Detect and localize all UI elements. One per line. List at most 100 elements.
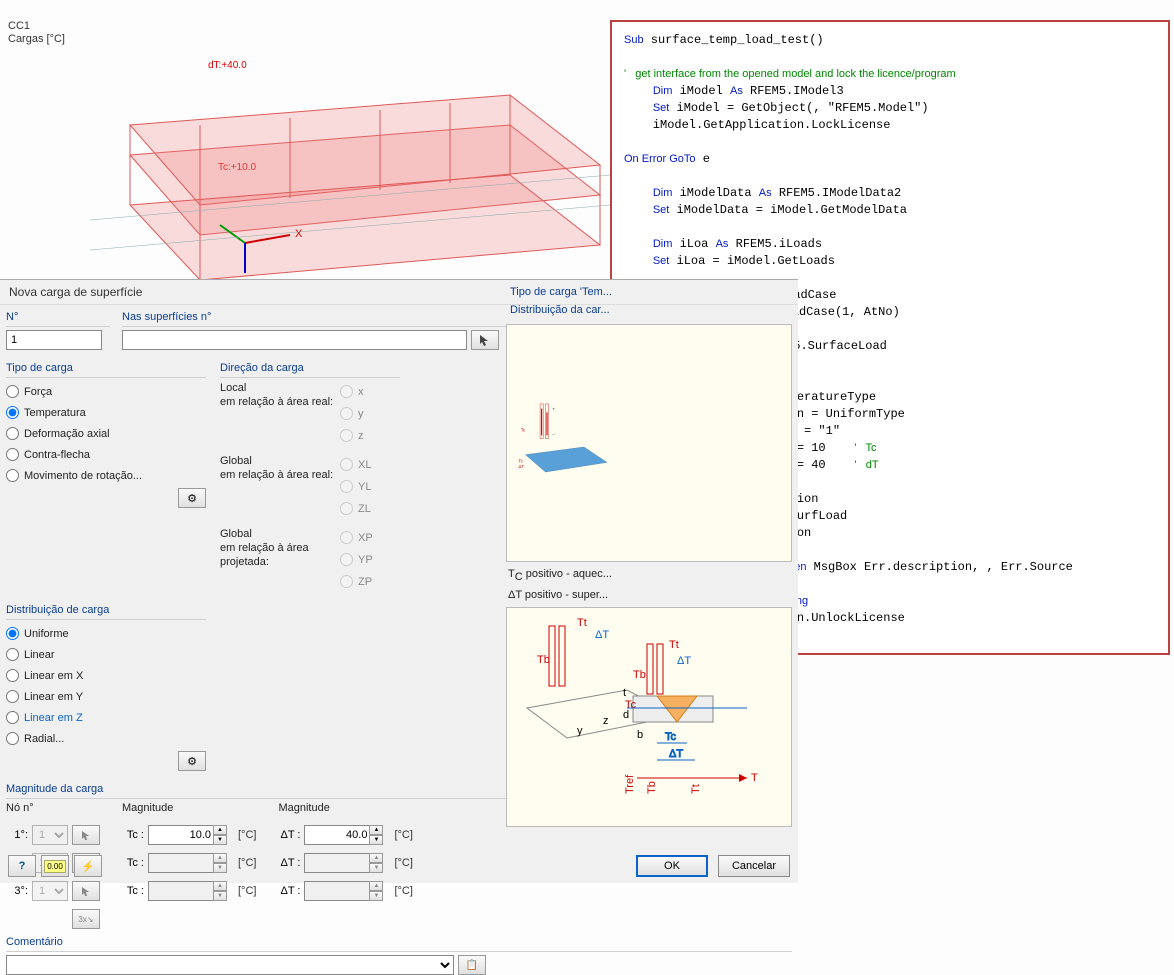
model-3d: X: [90, 55, 610, 285]
gear-icon: ⚙: [187, 492, 197, 505]
dialog-new-surface-load: Nova carga de superfície N° Nas superfíc…: [0, 279, 798, 883]
contra-label: Contra-flecha: [24, 449, 90, 461]
radio-zp: [340, 575, 353, 588]
svg-text:d: d: [623, 709, 629, 721]
svg-text:Tc: Tc: [665, 731, 677, 743]
spin-up-icon[interactable]: ▲: [213, 825, 227, 835]
tc-spin-3: ▲▼: [148, 881, 214, 901]
radio-zl: [340, 502, 353, 515]
viewport-label: CC1 Cargas [°C]: [8, 20, 65, 46]
radio-radial[interactable]: [6, 732, 19, 745]
svg-text:ΔT: ΔT: [595, 629, 609, 641]
svg-text:Tb: Tb: [646, 781, 658, 794]
svg-text:y: y: [577, 725, 583, 737]
radio-temperatura[interactable]: [6, 406, 19, 419]
pointer-icon: [478, 333, 492, 347]
no-input[interactable]: [6, 330, 102, 350]
no-label: N°: [6, 311, 110, 327]
radio-uniforme[interactable]: [6, 627, 19, 640]
preview-distribution: Tb Tt Tb Tt ΔT ΔT z y Tc t b Tc ΔT: [506, 607, 792, 827]
node-sel-3: 1: [32, 881, 68, 901]
viewport-cargas: Cargas [°C]: [8, 33, 65, 46]
svg-text:Tt: Tt: [669, 639, 679, 651]
node-sel-1: 1: [32, 825, 68, 845]
lightning-icon: ⚡: [81, 860, 95, 873]
radio-forca[interactable]: [6, 385, 19, 398]
radio-z: [340, 429, 353, 442]
movrot-label: Movimento de rotação...: [24, 470, 142, 482]
svg-text:−: −: [552, 431, 555, 436]
tipo-label: Tipo de carga: [6, 362, 206, 378]
help-icon: ?: [19, 860, 26, 872]
mag-hdr1: Magnitude: [122, 802, 256, 814]
tc-spin-2: ▲▼: [148, 853, 214, 873]
comment-label: Comentário: [6, 936, 792, 952]
tc-spin-1[interactable]: 10.0▲▼: [148, 825, 214, 845]
ok-button[interactable]: OK: [636, 855, 708, 877]
svg-text:b: b: [637, 729, 643, 741]
svg-text:Tb: Tb: [537, 654, 550, 666]
svg-text:Tt: Tt: [577, 617, 587, 629]
dist-settings-button[interactable]: ⚙: [178, 751, 206, 771]
pick-node-3: [72, 881, 100, 901]
help-button[interactable]: ?: [8, 855, 36, 877]
dir-label: Direção da carga: [220, 362, 400, 378]
svg-text:X: X: [295, 228, 303, 240]
svg-text:Tc: Tc: [519, 458, 523, 463]
svg-text:+: +: [552, 406, 555, 411]
radio-yp: [340, 553, 353, 566]
tipo-settings-button[interactable]: ⚙: [178, 488, 206, 508]
units-button[interactable]: 0.00: [41, 855, 69, 877]
preview-load-type: + − Tc Tc ΔT: [506, 324, 792, 562]
dt-spin-2: ▲▼: [304, 853, 370, 873]
radio-linx[interactable]: [6, 669, 19, 682]
svg-text:T: T: [751, 772, 758, 784]
svg-text:ΔT: ΔT: [677, 655, 691, 667]
dir-globalp-label: Globalem relação à áreaprojetada:: [220, 527, 340, 569]
dir-local-label: Localem relação à área real:: [220, 381, 340, 409]
ruler-icon: 0.00: [44, 860, 66, 873]
check-button[interactable]: ⚡: [74, 855, 102, 877]
dt-spin-3: ▲▼: [304, 881, 370, 901]
radio-x: [340, 385, 353, 398]
dir-global-label: Globalem relação à área real:: [220, 454, 340, 482]
pick-multi: 3x↘: [72, 909, 100, 929]
radio-linear[interactable]: [6, 648, 19, 661]
radio-linz[interactable]: [6, 711, 19, 724]
radio-yl: [340, 480, 353, 493]
gear-icon: ⚙: [187, 755, 197, 768]
svg-text:Tc: Tc: [521, 428, 525, 433]
spin-down-icon[interactable]: ▼: [369, 835, 383, 845]
svg-text:t: t: [623, 687, 626, 699]
radio-contra[interactable]: [6, 448, 19, 461]
radio-xl: [340, 458, 353, 471]
svg-text:Tt: Tt: [690, 784, 702, 794]
preview-title-2: Distribuição da car...: [506, 302, 792, 318]
mag-hdr2: Magnitude: [278, 802, 412, 814]
cancel-button[interactable]: Cancelar: [718, 855, 790, 877]
pick-surfaces-button[interactable]: [471, 330, 499, 350]
note2: ΔT positivo - super...: [506, 589, 792, 601]
note1: TC positivo - aquec...: [506, 568, 792, 583]
surf-label: Nas superfícies n°: [122, 311, 512, 327]
svg-text:Tref: Tref: [624, 774, 636, 794]
radio-liny[interactable]: [6, 690, 19, 703]
pick-node-1: [72, 825, 100, 845]
svg-text:ΔT: ΔT: [669, 748, 683, 760]
radio-movrot[interactable]: [6, 469, 19, 482]
svg-text:z: z: [603, 715, 609, 727]
surfaces-input[interactable]: [122, 330, 467, 350]
comment-pick-button[interactable]: 📋: [458, 955, 486, 975]
radio-xp: [340, 531, 353, 544]
spin-up-icon[interactable]: ▲: [369, 825, 383, 835]
radio-deform[interactable]: [6, 427, 19, 440]
svg-text:Tb: Tb: [633, 669, 646, 681]
spin-down-icon[interactable]: ▼: [213, 835, 227, 845]
svg-text:ΔT: ΔT: [519, 464, 525, 469]
node-hdr: Nó n°: [6, 802, 100, 814]
deform-label: Deformação axial: [24, 428, 110, 440]
temp-label: Temperatura: [24, 407, 86, 419]
comment-select[interactable]: [6, 955, 454, 975]
forca-label: Força: [24, 386, 52, 398]
dt-spin-1[interactable]: 40.0▲▼: [304, 825, 370, 845]
